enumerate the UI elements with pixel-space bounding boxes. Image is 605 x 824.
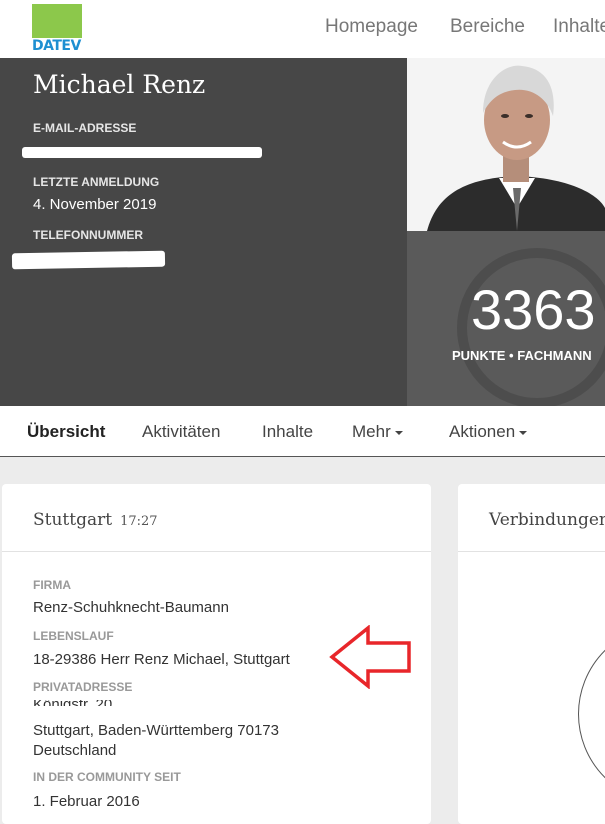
nav-bereiche[interactable]: Bereiche [450, 16, 525, 38]
last-login-value: 4. November 2019 [33, 196, 157, 213]
info-card-title: Stuttgart 17:27 [33, 510, 158, 530]
phone-label: TELEFONNUMMER [33, 228, 143, 242]
tab-more-label: Mehr [352, 422, 391, 441]
redacted-email [22, 147, 262, 158]
top-navigation: DATEV Homepage Bereiche Inhalte [0, 0, 605, 58]
connections-card: Verbindungen [458, 484, 605, 824]
company-value: Renz-Schuhknecht-Baumann [33, 599, 229, 616]
local-time: 17:27 [120, 514, 158, 529]
points-label: PUNKTE • FACHMANN [452, 348, 592, 363]
email-label: E-MAIL-ADRESSE [33, 121, 137, 135]
last-login-label: LETZTE ANMELDUNG [33, 175, 160, 189]
tab-actions[interactable]: Aktionen [449, 422, 528, 442]
nav-inhalte[interactable]: Inhalte [553, 16, 605, 38]
redacted-street [30, 696, 140, 700]
logo-text: DATEV [32, 38, 81, 54]
address-line3: Deutschland [33, 742, 117, 759]
red-arrow-annotation-icon [329, 625, 411, 689]
profile-name: Michael Renz [33, 70, 206, 99]
points-value: 3363 [471, 278, 596, 341]
logo-green-block [32, 4, 82, 38]
card-divider [458, 551, 605, 552]
card-divider [2, 551, 431, 552]
points-panel: 3363 PUNKTE • FACHMANN [407, 231, 605, 406]
address-label: PRIVATADRESSE [33, 680, 133, 694]
cv-value: 18-29386 Herr Renz Michael, Stuttgart [33, 651, 290, 668]
profile-tabs: Übersicht Aktivitäten Inhalte Mehr Aktio… [0, 406, 605, 457]
connections-title: Verbindungen [489, 510, 605, 530]
caret-down-icon [519, 430, 528, 435]
redacted-phone [11, 250, 166, 270]
member-since-value: 1. Februar 2016 [33, 793, 140, 810]
cv-label: LEBENSLAUF [33, 629, 114, 643]
company-label: FIRMA [33, 578, 71, 592]
person-portrait-icon [407, 58, 605, 231]
tab-overview[interactable]: Übersicht [27, 422, 105, 442]
tab-more[interactable]: Mehr [352, 422, 403, 442]
profile-photo[interactable] [407, 58, 605, 231]
caret-down-icon [394, 430, 403, 435]
datev-logo[interactable]: DATEV [32, 4, 82, 54]
address-line2: Stuttgart, Baden-Württemberg 70173 [33, 722, 279, 739]
member-since-label: IN DER COMMUNITY SEIT [33, 770, 181, 784]
tab-actions-label: Aktionen [449, 422, 516, 441]
tab-content[interactable]: Inhalte [262, 422, 313, 442]
tab-activities[interactable]: Aktivitäten [142, 422, 220, 442]
location-city: Stuttgart [33, 510, 113, 530]
nav-homepage[interactable]: Homepage [325, 16, 418, 38]
connections-chart-outline [578, 624, 605, 804]
